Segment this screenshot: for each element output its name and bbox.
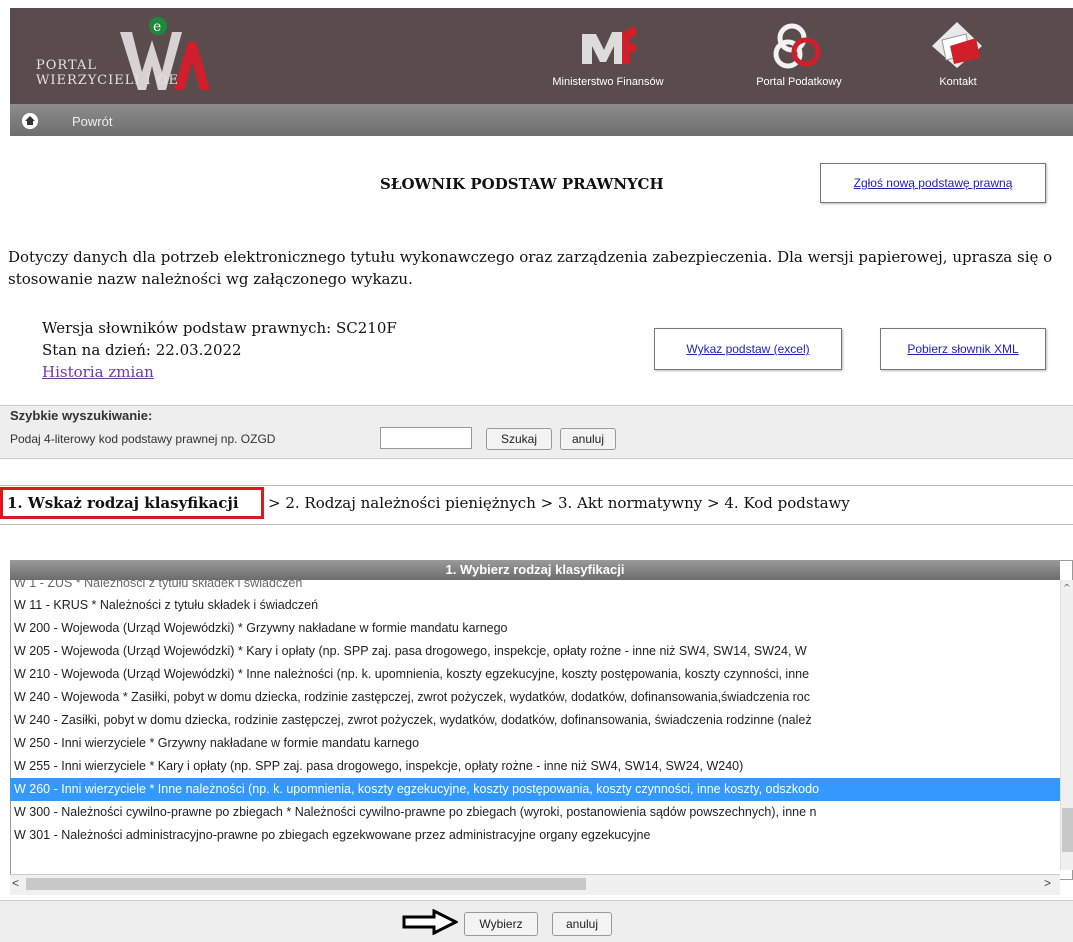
list-item[interactable]: W 240 - Zasiłki, pobyt w domu dziecka, r… [10, 709, 1060, 732]
list-item-selected[interactable]: W 260 - Inni wierzyciele * Inne należnoś… [10, 778, 1060, 801]
search-input[interactable] [380, 427, 472, 449]
search-button[interactable]: Szukaj [486, 428, 552, 450]
home-icon[interactable] [22, 113, 38, 129]
back-bar [10, 104, 1073, 136]
list-item[interactable]: W 205 - Wojewoda (Urząd Wojewódzki) * Ka… [10, 640, 1060, 663]
step-1-active: 1. Wskaż rodzaj klasyfikacji [0, 487, 264, 519]
list-item[interactable]: W 255 - Inni wierzyciele * Kary i opłaty… [10, 755, 1060, 778]
list-header: 1. Wybierz rodzaj klasyfikacji [10, 560, 1060, 580]
history-link[interactable]: Historia zmian [42, 361, 397, 383]
kontakt-icon[interactable] [930, 20, 984, 70]
cancel-button[interactable]: anuluj [552, 912, 612, 936]
page-title: SŁOWNIK PODSTAW PRAWNYCH [380, 175, 664, 193]
arrow-right-icon [402, 908, 460, 936]
portal-podatkowy-icon[interactable] [770, 20, 824, 70]
scroll-right-icon[interactable]: > [1044, 876, 1051, 890]
list-item[interactable]: W 200 - Wojewoda (Urząd Wojewódzki) * Gr… [10, 617, 1060, 640]
report-new-basis-button[interactable]: Zgłoś nową podstawę prawną [820, 163, 1046, 203]
svg-text:e: e [153, 19, 161, 35]
steps-remaining: > 2. Rodzaj należności pieniężnych > 3. … [268, 494, 850, 512]
version-line: Wersja słowników podstaw prawnych: SC210… [42, 319, 397, 337]
download-xml-button[interactable]: Pobierz słownik XML [880, 328, 1046, 370]
portal-title: PORTAL WIERZYCIELI I OE [36, 58, 179, 88]
list-item[interactable]: W 250 - Inni wierzyciele * Grzywny nakła… [10, 732, 1060, 755]
nav-ministerstwo-finansow[interactable]: Ministerstwo Finansów [528, 76, 688, 88]
vertical-scrollbar[interactable]: ^ [1060, 580, 1073, 870]
version-block: Wersja słowników podstaw prawnych: SC210… [42, 317, 397, 383]
list-item[interactable]: W 11 - KRUS * Należności z tytułu składe… [10, 594, 1060, 617]
list-item[interactable]: W 240 - Wojewoda * Zasiłki, pobyt w domu… [10, 686, 1060, 709]
horizontal-scroll-thumb[interactable] [26, 878, 586, 890]
mf-icon[interactable] [578, 24, 638, 68]
portal-title-line1: PORTAL [36, 58, 97, 73]
list-item[interactable]: W 1 - ZUS * Należności z tytułu składek … [10, 580, 1060, 594]
excel-list-button[interactable]: Wykaz podstaw (excel) [654, 328, 842, 370]
nav-portal-podatkowy[interactable]: Portal Podatkowy [724, 76, 874, 88]
classification-list[interactable]: W 1 - ZUS * Należności z tytułu składek … [10, 580, 1060, 870]
back-link[interactable]: Powrót [72, 114, 112, 129]
nav-kontakt[interactable]: Kontakt [908, 76, 1008, 88]
info-text: Dotyczy danych dla potrzeb elektroniczne… [8, 248, 1053, 288]
select-button[interactable]: Wybierz [464, 912, 538, 936]
list-item[interactable]: W 301 - Należności administracyjno-prawn… [10, 824, 1060, 847]
list-item[interactable]: W 300 - Należności cywilno-prawne po zbi… [10, 801, 1060, 824]
search-cancel-button[interactable]: anuluj [560, 428, 616, 450]
vertical-scroll-thumb[interactable] [1062, 808, 1073, 852]
portal-title-line2: WIERZYCIELI I OE [36, 73, 180, 88]
scroll-left-icon[interactable]: < [12, 876, 19, 890]
scroll-up-icon[interactable]: ^ [1063, 584, 1071, 594]
quick-search-title: Szybkie wyszukiwanie: [10, 408, 153, 423]
list-item[interactable]: W 210 - Wojewoda (Urząd Wojewódzki) * In… [10, 663, 1060, 686]
status-date: Stan na dzień: 22.03.2022 [42, 341, 242, 359]
quick-search-hint: Podaj 4-literowy kod podstawy prawnej np… [10, 432, 276, 446]
